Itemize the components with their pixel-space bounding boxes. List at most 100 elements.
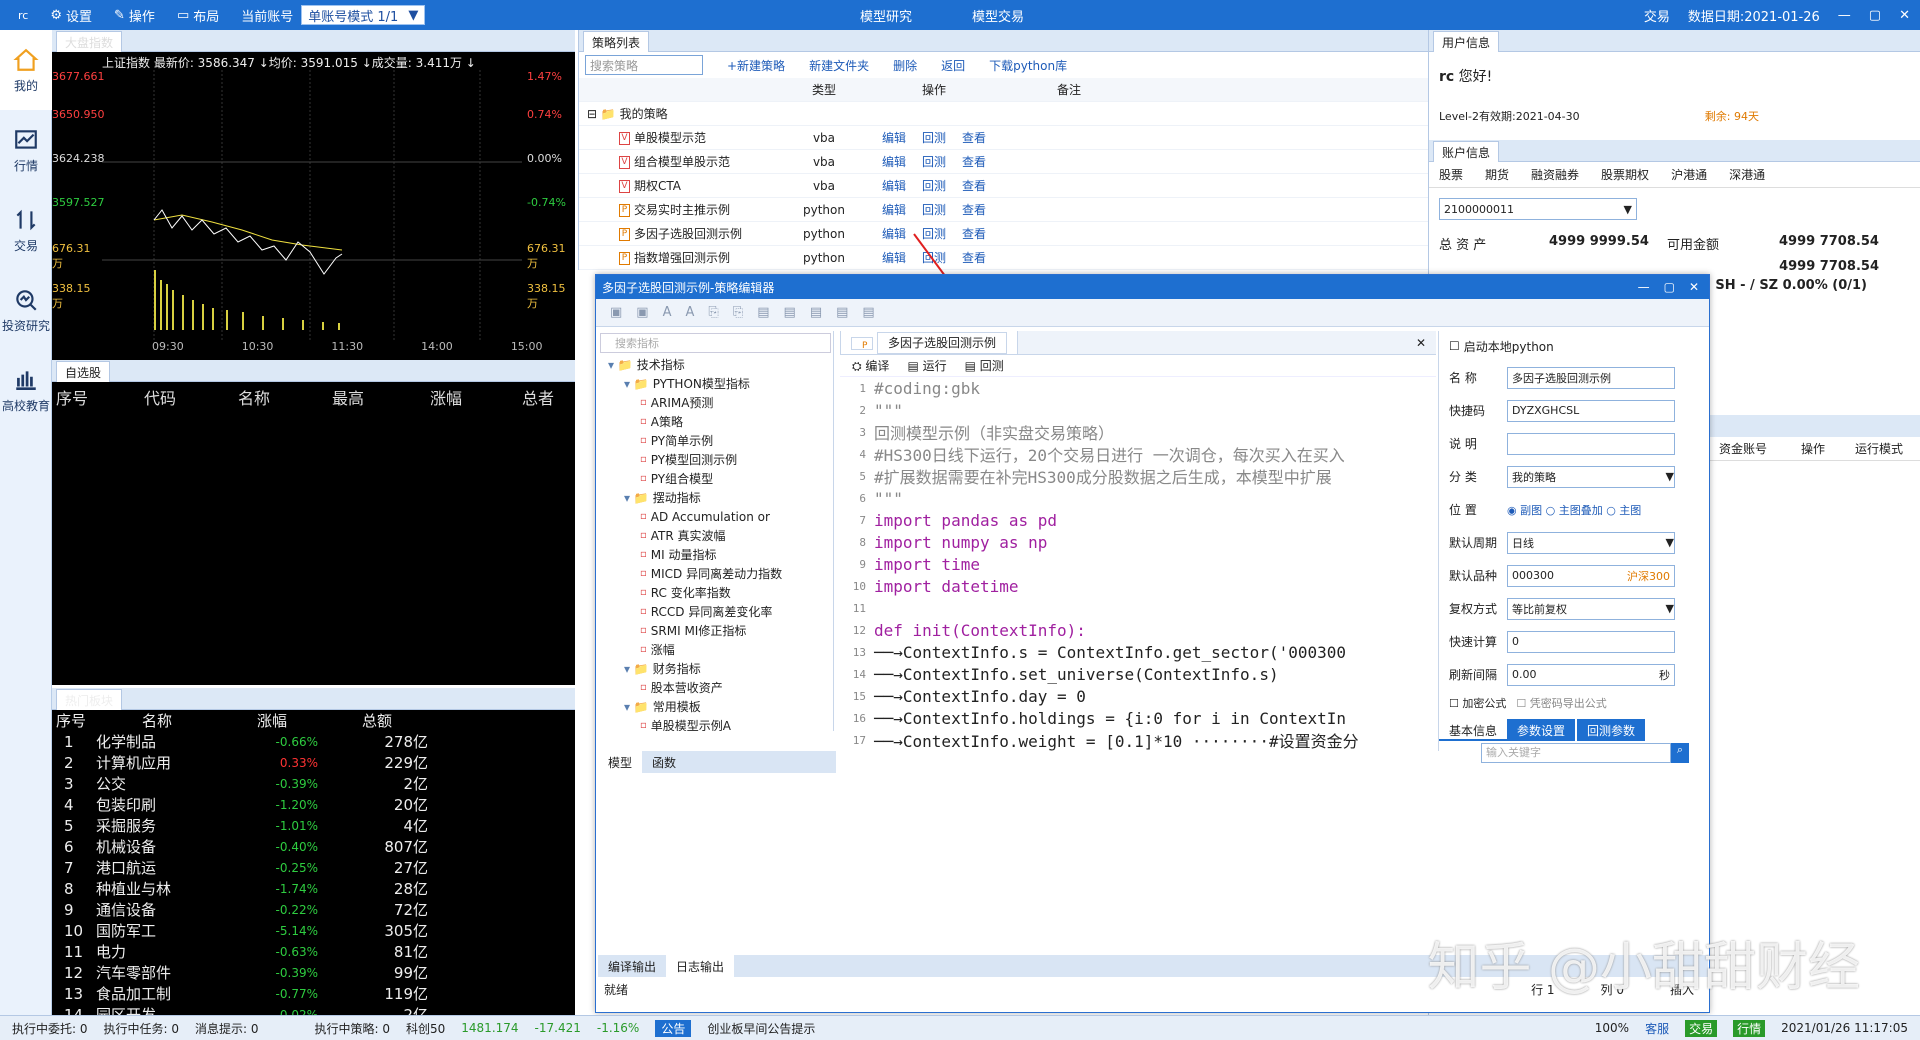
quote-button[interactable]: 行情: [1733, 1019, 1766, 1037]
tree-item[interactable]: ▫ 单股模型示例A: [598, 716, 833, 731]
tree-item[interactable]: ▫ 涨幅: [598, 640, 833, 659]
category-select[interactable]: 我的策略 ▼: [1507, 465, 1675, 488]
tab-options[interactable]: 股票期权: [1601, 166, 1649, 183]
tab-function[interactable]: 函数: [642, 751, 686, 773]
tree-item[interactable]: ▫ RC 变化率指数: [598, 583, 833, 602]
minimize-icon[interactable]: —: [1638, 280, 1650, 294]
tree-item[interactable]: ▫ RCCD 异同离差变化率: [598, 602, 833, 621]
notice-badge[interactable]: 公告: [655, 1019, 692, 1037]
table-row[interactable]: 12 汽车零部件 -0.39% 99亿: [52, 962, 575, 983]
stock-field[interactable]: 000300 沪深300: [1507, 564, 1675, 587]
table-row[interactable]: 9 通信设备 -0.22% 72亿: [52, 899, 575, 920]
col-header[interactable]: 最高: [322, 385, 422, 409]
support-button[interactable]: 客服: [1645, 1020, 1669, 1037]
tab-compile-output[interactable]: 编译输出: [598, 955, 666, 977]
table-row[interactable]: 11 电力 -0.63% 81亿: [52, 941, 575, 962]
account-mode-select[interactable]: 单账号模式 1/1 ▼: [301, 5, 426, 25]
view-link[interactable]: 查看: [962, 153, 986, 170]
tree-item[interactable]: ▫ A策略: [598, 412, 833, 431]
tab-hk-sz[interactable]: 深港通: [1729, 166, 1765, 183]
strategy-row[interactable]: P 指数增强回测示例 python 编辑 回测 查看: [579, 246, 1429, 270]
strategy-row[interactable]: P 多因子选股回测示例 python 编辑 回测 查看: [579, 222, 1429, 246]
local-python-checkbox[interactable]: ☐ 启动本地python: [1439, 331, 1708, 361]
tree-item[interactable]: ▾ 📁 PYTHON模型指标: [598, 374, 833, 393]
tree-item[interactable]: ▫ MICD 异同离差动力指数: [598, 564, 833, 583]
strategy-group[interactable]: ⊟ 📁 我的策略: [579, 102, 1429, 126]
tab-basic-info[interactable]: 基本信息: [1439, 719, 1508, 741]
settings-menu[interactable]: ⚙ 设置: [50, 6, 92, 25]
backtest-link[interactable]: 回测: [922, 177, 946, 194]
encrypt-checkbox[interactable]: ☐ 加密公式: [1449, 695, 1506, 711]
backtest-button[interactable]: ▤ 回测: [965, 357, 1004, 374]
tree-item[interactable]: ▾ 📁 摆动指标: [598, 488, 833, 507]
name-field[interactable]: 多因子选股回测示例: [1507, 366, 1675, 389]
editor-tab[interactable]: P 多因子选股回测示例 ✕: [840, 331, 1436, 355]
font-up-icon[interactable]: A: [686, 305, 695, 320]
position-radio[interactable]: ◉ 副图 ○ 主图叠加 ○ 主图: [1507, 502, 1641, 518]
doc-icon[interactable]: ▤: [784, 305, 796, 320]
backtest-link[interactable]: 回测: [922, 153, 946, 170]
code-editor[interactable]: P 多因子选股回测示例 ✕ ⛭ 编译 ▤ 运行 ▤ 回测 1 #coding:gbk 2 ""…: [840, 331, 1436, 751]
new-strategy-button[interactable]: +新建策略: [727, 57, 785, 74]
col-header[interactable]: 涨幅: [422, 385, 522, 409]
tab-model-trade[interactable]: 模型交易: [972, 6, 1024, 25]
tab-model-research[interactable]: 模型研究: [860, 6, 912, 25]
table-row[interactable]: 6 机械设备 -0.40% 807亿: [52, 836, 575, 857]
nav-item-education[interactable]: 高校教育: [0, 350, 52, 430]
close-icon[interactable]: ✕: [1689, 280, 1699, 294]
close-tab-icon[interactable]: ✕: [1406, 333, 1436, 353]
table-row[interactable]: 4 包装印刷 -1.20% 20亿: [52, 794, 575, 815]
table-row[interactable]: 8 种植业与林 -1.74% 28亿: [52, 878, 575, 899]
edit-link[interactable]: 编辑: [882, 249, 906, 266]
tab-futures[interactable]: 期货: [1485, 166, 1509, 183]
strategy-search-input[interactable]: 搜索策略: [585, 55, 703, 75]
tab-backtest-params[interactable]: 回测参数: [1577, 719, 1646, 741]
adjust-select[interactable]: 等比前复权 ▼: [1507, 597, 1675, 620]
tree-item[interactable]: ▫ ATR 真实波幅: [598, 526, 833, 545]
quick-calc-field[interactable]: 0: [1507, 630, 1675, 653]
col-header[interactable]: 代码: [112, 385, 222, 409]
doc-icon[interactable]: ▤: [810, 305, 822, 320]
keyword-input[interactable]: 输入关键字: [1481, 743, 1671, 763]
tree-item[interactable]: ▫ SRMI MI修正指标: [598, 621, 833, 640]
edit-link[interactable]: 编辑: [882, 129, 906, 146]
edit-link[interactable]: 编辑: [882, 201, 906, 218]
strategy-row[interactable]: P 交易实时主推示例 python 编辑 回测 查看: [579, 198, 1429, 222]
col-header[interactable]: 名称: [222, 385, 322, 409]
doc-icon[interactable]: ▤: [757, 305, 769, 320]
tab-stock[interactable]: 股票: [1439, 166, 1463, 183]
backtest-link[interactable]: 回测: [922, 201, 946, 218]
delete-button[interactable]: 删除: [893, 57, 917, 74]
table-row[interactable]: 5 采掘服务 -1.01% 4亿: [52, 815, 575, 836]
tree-item[interactable]: ▫ PY模型回测示例: [598, 450, 833, 469]
strategy-row[interactable]: V 单股模型示范 vba 编辑 回测 查看: [579, 126, 1429, 150]
refresh-field[interactable]: 0.00 秒: [1507, 663, 1675, 686]
desc-field[interactable]: [1507, 432, 1675, 455]
tab-params[interactable]: 参数设置: [1507, 719, 1576, 741]
period-select[interactable]: 日线 ▼: [1507, 531, 1675, 554]
maximize-icon[interactable]: ▢: [1664, 280, 1675, 294]
shortcut-field[interactable]: DYZXGHCSL: [1507, 399, 1675, 422]
back-button[interactable]: 返回: [941, 57, 965, 74]
doc-icon[interactable]: ▤: [836, 305, 848, 320]
backtest-link[interactable]: 回测: [922, 129, 946, 146]
view-link[interactable]: 查看: [962, 177, 986, 194]
table-row[interactable]: 7 港口航运 -0.25% 27亿: [52, 857, 575, 878]
tree-item[interactable]: ▫ ARIMA预测: [598, 393, 833, 412]
edit-link[interactable]: 编辑: [882, 177, 906, 194]
new-folder-button[interactable]: 新建文件夹: [809, 57, 869, 74]
search-icon[interactable]: ⌕: [1671, 743, 1689, 763]
strategy-row[interactable]: V 期权CTA vba 编辑 回测 查看: [579, 174, 1429, 198]
doc-icon[interactable]: ▤: [862, 305, 874, 320]
trade-button[interactable]: 交易: [1685, 1019, 1718, 1037]
table-row[interactable]: 2 计算机应用 0.33% 229亿: [52, 752, 575, 773]
tree-item[interactable]: ▾ 📁 财务指标: [598, 659, 833, 678]
tab-margin[interactable]: 融资融券: [1531, 166, 1579, 183]
compile-button[interactable]: ⛭ 编译: [852, 357, 889, 374]
minimize-icon[interactable]: —: [1838, 8, 1851, 23]
export-icon[interactable]: ⎘: [733, 305, 743, 320]
table-row[interactable]: 10 国防军工 -5.14% 305亿: [52, 920, 575, 941]
nav-item-research[interactable]: 投资研究: [0, 270, 52, 350]
tab-model[interactable]: 模型: [598, 751, 643, 773]
table-row[interactable]: 3 公交 -0.39% 2亿: [52, 773, 575, 794]
